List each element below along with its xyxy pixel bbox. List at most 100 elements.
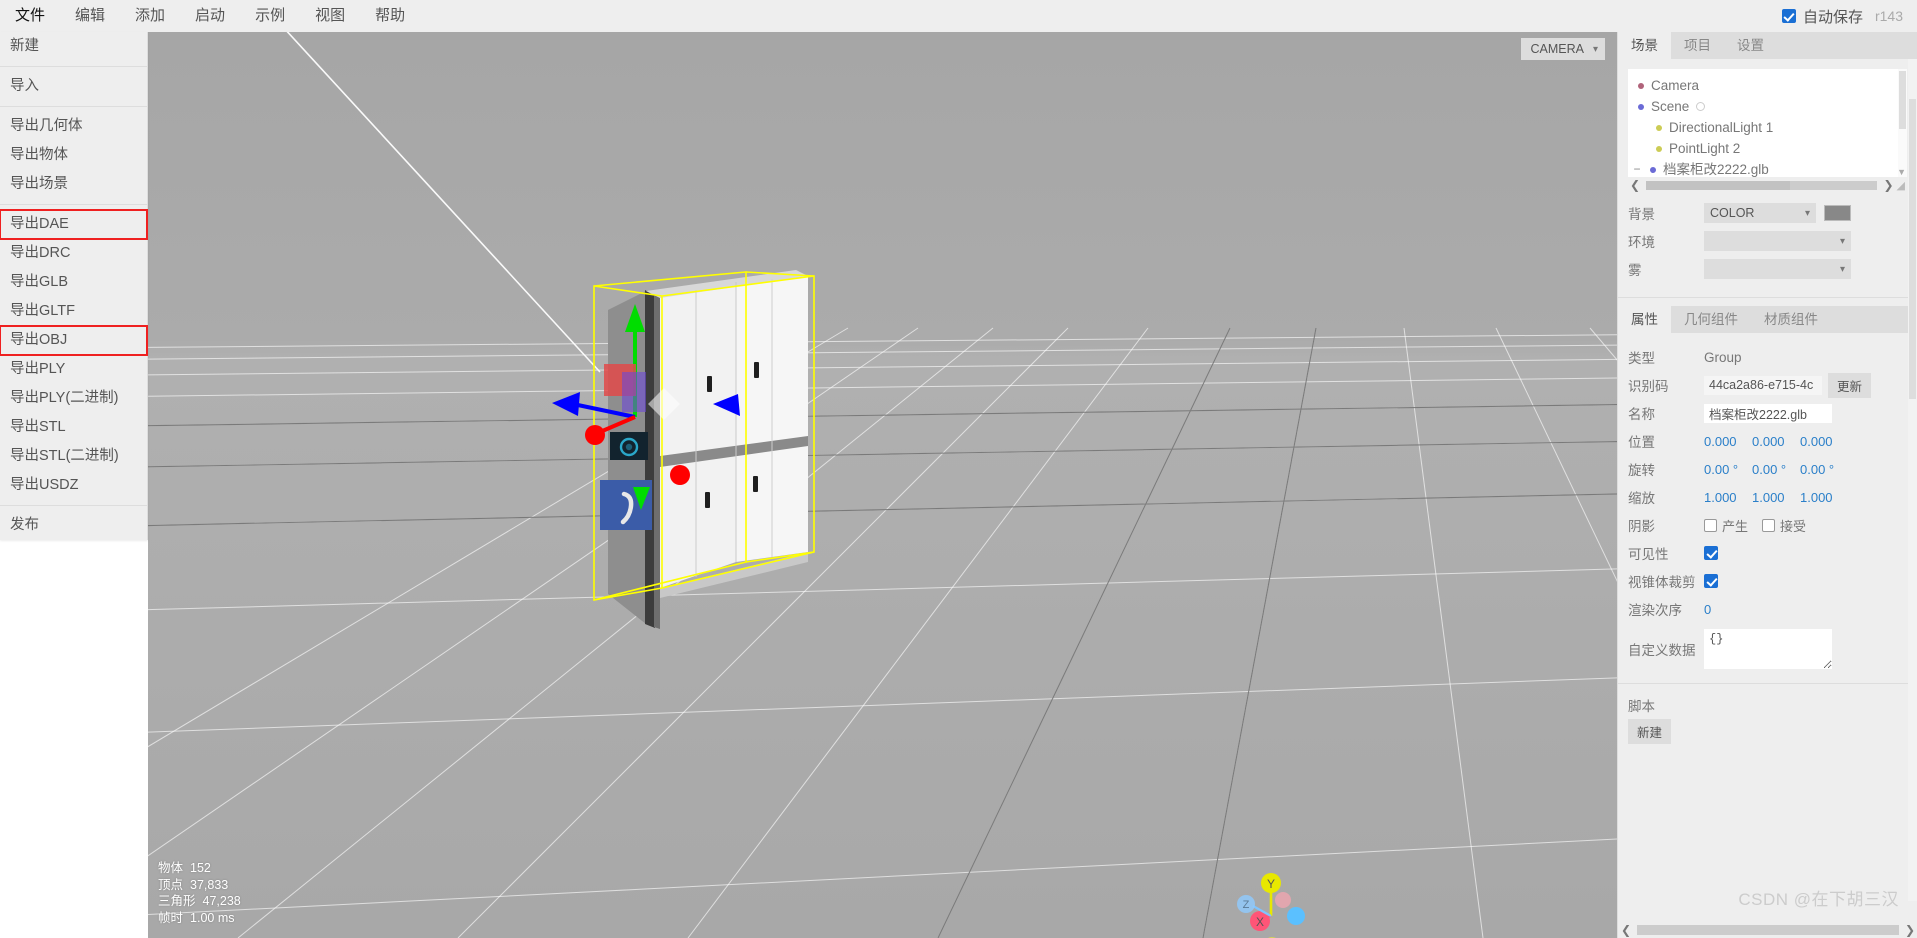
shadow-cast-group[interactable]: 产生	[1704, 516, 1748, 535]
shadow-receive-checkbox[interactable]	[1762, 518, 1776, 532]
script-new-button[interactable]: 新建	[1628, 718, 1672, 744]
sidebar-tabs: 场景 项目 设置	[1618, 32, 1917, 59]
autosave-checkbox[interactable]	[1781, 9, 1796, 23]
menu-item-export-stl-binary[interactable]: 导出STL(二进制)	[0, 442, 147, 471]
uuid-input[interactable]	[1704, 375, 1822, 395]
outliner-scrollbar[interactable]: ▲ ▼	[1897, 69, 1907, 177]
scale-x[interactable]: 1.000	[1704, 490, 1752, 505]
background-color-swatch[interactable]	[1824, 205, 1851, 221]
menu-item-export-object[interactable]: 导出物体	[0, 141, 147, 170]
menu-item-import[interactable]: 导入	[0, 72, 147, 101]
position-z[interactable]: 0.000	[1800, 434, 1848, 449]
fog-label: 雾	[1628, 263, 1642, 278]
menu-item-export-dae[interactable]: 导出DAE	[0, 209, 148, 240]
scene-outliner[interactable]: Camera Scene DirectionalLight 1 PointLig…	[1628, 69, 1907, 177]
position-y[interactable]: 0.000	[1752, 434, 1800, 449]
rotation-x[interactable]: 0.00 °	[1704, 462, 1752, 477]
menu-item-export-geometry[interactable]: 导出几何体	[0, 112, 147, 141]
hscroll-track[interactable]	[1637, 924, 1899, 935]
rotation-y[interactable]: 0.00 °	[1752, 462, 1800, 477]
tab-material[interactable]: 材质组件	[1751, 306, 1831, 333]
menu-item-publish[interactable]: 发布	[0, 511, 147, 540]
collapse-icon[interactable]: −	[1631, 159, 1643, 177]
position-x[interactable]: 0.000	[1704, 434, 1752, 449]
scale-z[interactable]: 1.000	[1800, 490, 1848, 505]
viewport-3d[interactable]: Y X Z CAMERA ▾ 物体 152 顶点 37,833 三角形 47,238 …	[148, 32, 1617, 938]
section-divider	[1618, 683, 1917, 684]
menu-edit[interactable]: 编辑	[60, 0, 120, 32]
menu-item-export-gltf[interactable]: 导出GLTF	[0, 297, 147, 326]
object-dot-icon	[1638, 103, 1644, 110]
scrollbar-thumb[interactable]	[1899, 71, 1906, 129]
tab-settings[interactable]: 设置	[1724, 32, 1777, 59]
scroll-right-icon[interactable]: ❯	[1883, 178, 1893, 192]
name-input[interactable]	[1704, 403, 1832, 423]
menu-play[interactable]: 启动	[180, 0, 240, 32]
row-renderorder: 渲染次序 0	[1618, 595, 1917, 623]
chevron-down-icon: ▾	[1839, 263, 1845, 275]
menu-item-export-glb[interactable]: 导出GLB	[0, 268, 147, 297]
environment-select[interactable]: ▾	[1704, 231, 1851, 251]
sidebar-hscrollbar[interactable]: ❮ ❯	[1618, 921, 1917, 938]
scrollbar-thumb[interactable]	[1909, 99, 1916, 399]
chevron-down-icon: ▾	[1839, 235, 1845, 247]
row-shadow: 阴影 产生 接受	[1618, 511, 1917, 539]
frustum-culled-checkbox[interactable]	[1704, 574, 1718, 588]
hscroll-track[interactable]	[1646, 180, 1878, 190]
scroll-down-icon[interactable]: ▼	[1897, 167, 1906, 177]
tab-scene[interactable]: 场景	[1618, 32, 1671, 59]
menu-item-export-drc[interactable]: 导出DRC	[0, 239, 147, 268]
resize-grip-icon[interactable]: ◢	[1897, 179, 1905, 192]
menu-item-export-obj[interactable]: 导出OBJ	[0, 325, 148, 356]
outliner-hscrollbar[interactable]: ❮ ❯ ◢	[1628, 177, 1907, 193]
watermark: CSDN @在下胡三汉	[1738, 890, 1899, 909]
object-dot-icon	[1650, 166, 1656, 173]
menu-separator	[0, 505, 147, 506]
menu-item-new[interactable]: 新建	[0, 32, 147, 61]
light-dot-icon	[1656, 124, 1662, 131]
menu-item-export-stl[interactable]: 导出STL	[0, 413, 147, 442]
visible-checkbox[interactable]	[1704, 546, 1718, 560]
menu-help[interactable]: 帮助	[360, 0, 420, 32]
outliner-item-glb[interactable]: − 档案柜改2222.glb	[1628, 159, 1907, 177]
scroll-left-icon[interactable]: ❮	[1621, 923, 1631, 937]
rotation-z[interactable]: 0.00 °	[1800, 462, 1848, 477]
tab-geometry[interactable]: 几何组件	[1671, 306, 1751, 333]
outliner-item-camera[interactable]: Camera	[1628, 75, 1907, 96]
menu-examples[interactable]: 示例	[240, 0, 300, 32]
rotation-label: 旋转	[1628, 463, 1655, 478]
menu-file[interactable]: 文件	[0, 0, 60, 32]
tab-project[interactable]: 项目	[1671, 32, 1724, 59]
scroll-right-icon[interactable]: ❯	[1905, 923, 1915, 937]
menu-view[interactable]: 视图	[300, 0, 360, 32]
camera-selector[interactable]: CAMERA ▾	[1521, 38, 1605, 60]
outliner-item-pointlight[interactable]: PointLight 2	[1628, 138, 1907, 159]
scroll-left-icon[interactable]: ❮	[1630, 178, 1640, 192]
shadow-receive-group[interactable]: 接受	[1762, 516, 1806, 535]
menu-item-export-ply[interactable]: 导出PLY	[0, 355, 147, 384]
uuid-update-button[interactable]: 更新	[1828, 372, 1872, 398]
userdata-textarea[interactable]: {}	[1704, 629, 1832, 669]
render-order-value[interactable]: 0	[1704, 602, 1752, 617]
menu-item-export-ply-binary[interactable]: 导出PLY(二进制)	[0, 384, 147, 413]
fog-select[interactable]: ▾	[1704, 259, 1851, 279]
row-background: 背景 COLOR ▾	[1618, 199, 1917, 227]
menu-add[interactable]: 添加	[120, 0, 180, 32]
shadow-cast-checkbox[interactable]	[1704, 518, 1717, 532]
environment-label: 环境	[1628, 235, 1655, 250]
menu-item-export-scene[interactable]: 导出场景	[0, 170, 147, 199]
tab-object-properties[interactable]: 属性	[1618, 306, 1671, 333]
menu-item-export-usdz[interactable]: 导出USDZ	[0, 471, 147, 500]
background-label: 背景	[1628, 207, 1655, 222]
sidebar-scrollbar[interactable]	[1908, 59, 1917, 901]
background-type-select[interactable]: COLOR ▾	[1704, 203, 1816, 223]
outliner-item-scene[interactable]: Scene	[1628, 96, 1907, 117]
hscroll-thumb[interactable]	[1646, 180, 1790, 190]
shadow-label: 阴影	[1628, 519, 1655, 534]
scale-y[interactable]: 1.000	[1752, 490, 1800, 505]
render-order-label: 渲染次序	[1628, 603, 1682, 618]
light-dot-icon	[1656, 145, 1662, 152]
shadow-cast-label: 产生	[1722, 518, 1749, 534]
row-name: 名称	[1618, 399, 1917, 427]
outliner-item-directionallight[interactable]: DirectionalLight 1	[1628, 117, 1907, 138]
